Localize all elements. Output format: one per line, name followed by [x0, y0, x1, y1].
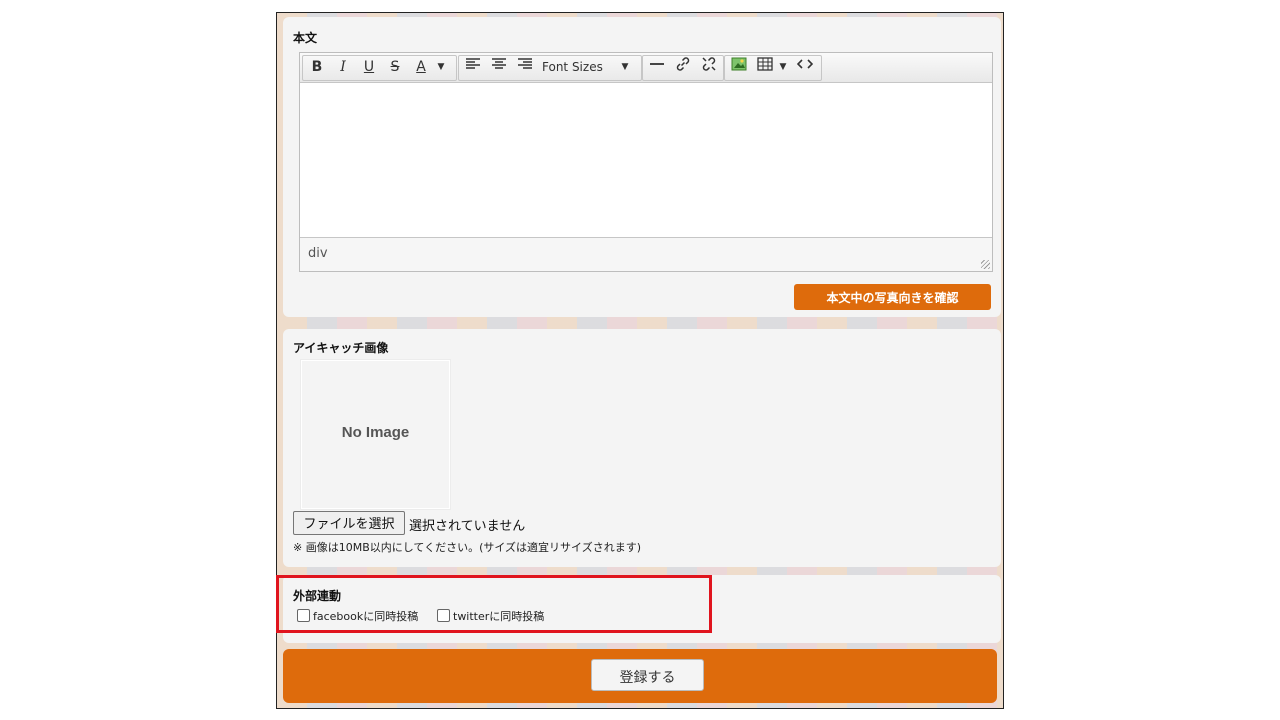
- font-color-dropdown-icon[interactable]: ▼: [434, 56, 448, 78]
- font-color-button[interactable]: A: [410, 56, 432, 78]
- element-path: div: [308, 246, 328, 261]
- rich-text-editor: B I U S A ▼ Font Sizes ▼ ▼ div: [299, 52, 993, 272]
- choose-file-button[interactable]: ファイルを選択: [293, 511, 405, 535]
- align-left-icon[interactable]: [462, 56, 484, 78]
- eyecatch-panel: アイキャッチ画像 No Image ファイルを選択 選択されていません ※ 画像…: [283, 329, 1001, 567]
- editor-toolbar: B I U S A ▼ Font Sizes ▼ ▼: [300, 53, 992, 83]
- link-icon[interactable]: [672, 56, 694, 78]
- italic-button[interactable]: I: [332, 56, 354, 78]
- register-button[interactable]: 登録する: [591, 659, 704, 691]
- font-sizes-dropdown[interactable]: Font Sizes: [542, 56, 603, 78]
- eyecatch-preview: No Image: [300, 359, 451, 510]
- resize-handle-icon[interactable]: [981, 260, 990, 269]
- submit-bar: 登録する: [283, 649, 997, 703]
- editor-content-area[interactable]: [300, 83, 992, 237]
- source-code-icon[interactable]: [794, 56, 816, 78]
- underline-button[interactable]: U: [358, 56, 380, 78]
- eyecatch-label: アイキャッチ画像: [293, 341, 389, 355]
- insert-image-icon[interactable]: [728, 56, 750, 78]
- align-center-icon[interactable]: [488, 56, 510, 78]
- unlink-icon[interactable]: [698, 56, 720, 78]
- bold-button[interactable]: B: [306, 56, 328, 78]
- horizontal-rule-icon[interactable]: [646, 56, 668, 78]
- highlight-box: [276, 575, 712, 633]
- check-photo-orientation-button[interactable]: 本文中の写真向きを確認: [794, 284, 991, 310]
- image-size-note: ※ 画像は10MB以内にしてください。(サイズは適宜リサイズされます): [293, 541, 642, 554]
- no-image-text: No Image: [341, 424, 410, 441]
- editor-statusbar: div: [300, 237, 992, 271]
- body-label: 本文: [293, 31, 318, 45]
- font-sizes-chevron-icon[interactable]: ▼: [618, 56, 632, 78]
- align-right-icon[interactable]: [514, 56, 536, 78]
- body-panel: 本文 B I U S A ▼ Font Sizes ▼ ▼ div 本文中の写真…: [283, 17, 1001, 317]
- strikethrough-button[interactable]: S: [384, 56, 406, 78]
- table-icon[interactable]: [754, 56, 776, 78]
- file-status-text: 選択されていません: [409, 519, 526, 534]
- table-dropdown-icon[interactable]: ▼: [776, 56, 790, 78]
